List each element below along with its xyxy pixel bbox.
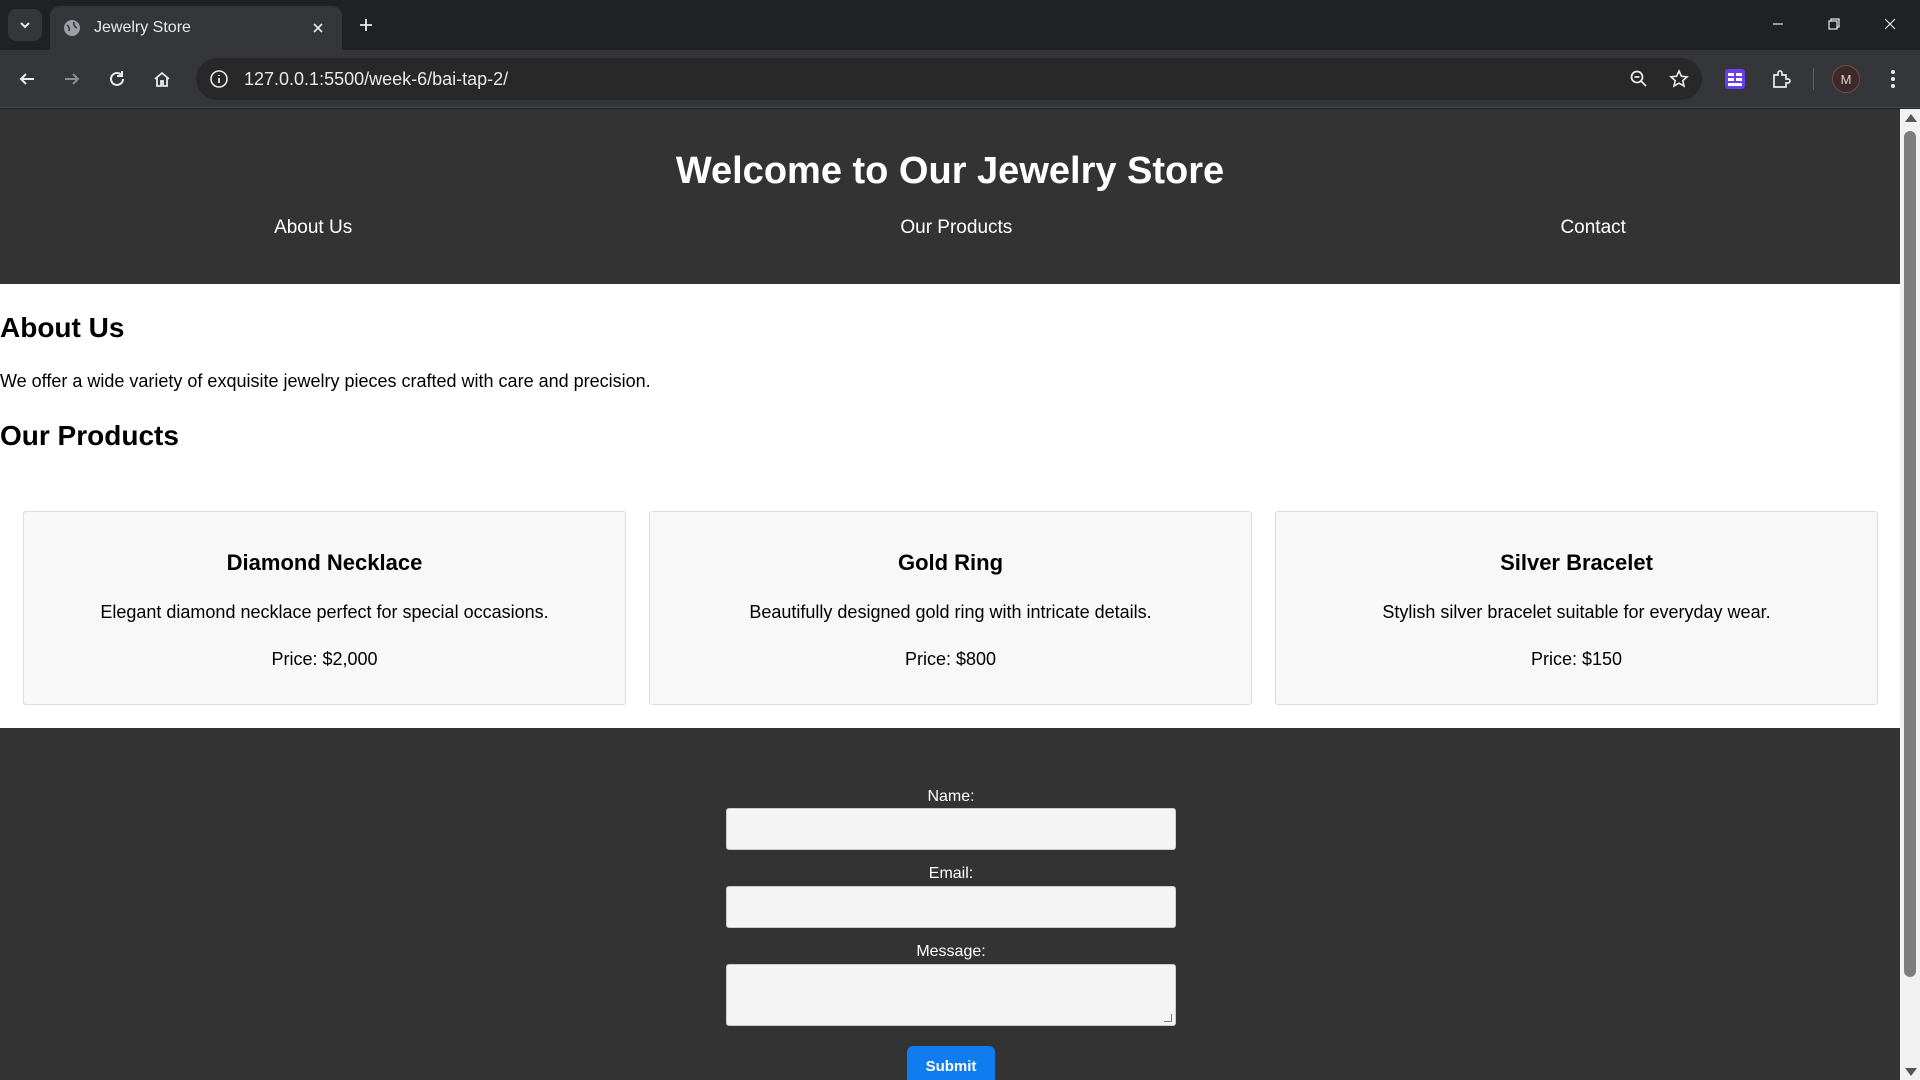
reload-button[interactable] [101,63,133,95]
bookmark-star-icon[interactable] [1662,62,1696,96]
scroll-down-arrow-icon[interactable] [1905,1068,1917,1076]
contact-form: Name: Email: Message: Submit [726,728,1176,1080]
about-heading: About Us [0,312,125,343]
submit-button[interactable]: Submit [907,1046,995,1080]
minimize-button[interactable] [1750,0,1806,48]
tab-search-button[interactable] [8,9,42,41]
name-label: Name: [927,788,975,805]
site-info-icon[interactable] [204,64,234,94]
email-label: Email: [928,865,974,882]
about-text: We offer a wide variety of exquisite jew… [0,371,651,391]
product-description: Elegant diamond necklace perfect for spe… [100,602,549,622]
toolbar-separator [1813,68,1814,90]
reload-icon [110,71,124,86]
product-price: Price: $150 [1530,649,1623,669]
globe-icon [62,18,82,38]
product-list: Diamond Necklace Elegant diamond necklac… [23,511,1879,705]
zoom-icon[interactable] [1622,62,1656,96]
tab-bar: Jewelry Store [0,0,1920,50]
restore-button[interactable] [1806,0,1862,48]
scroll-up-arrow-icon[interactable] [1905,114,1917,122]
close-window-button[interactable] [1862,0,1918,48]
nav-link-about[interactable]: About Us [274,217,352,239]
home-icon [154,71,170,87]
product-price: Price: $2,000 [271,649,378,669]
home-button[interactable] [146,63,178,95]
extensions-puzzle-icon[interactable] [1764,63,1798,95]
extension-app-icon[interactable] [1718,63,1752,95]
resize-handle-icon[interactable] [1164,1014,1172,1022]
browser-toolbar: 127.0.0.1:5500/week-6/bai-tap-2/ [0,50,1920,108]
email-input[interactable] [726,886,1176,928]
product-description: Stylish silver bracelet suitable for eve… [1382,602,1771,622]
product-name: Diamond Necklace [226,550,423,575]
product-card: Diamond Necklace Elegant diamond necklac… [23,511,626,705]
restore-icon [1828,18,1840,30]
forward-button[interactable] [56,63,88,95]
page-viewport: Welcome to Our Jewelry Store About Us Ou… [0,109,1920,1080]
product-card: Silver Bracelet Stylish silver bracelet … [1275,511,1878,705]
url-text: 127.0.0.1:5500/week-6/bai-tap-2/ [244,68,509,89]
back-button[interactable] [11,63,43,95]
new-tab-button[interactable] [352,11,380,39]
products-heading: Our Products [0,420,179,451]
nav-link-contact[interactable]: Contact [1560,217,1625,239]
site-title: Welcome to Our Jewelry Store [675,150,1225,192]
tab-title: Jewelry Store [94,19,191,36]
arrow-left-icon [19,73,34,85]
product-price: Price: $800 [904,649,997,669]
chevron-down-icon [20,22,30,29]
about-section: About Us We offer a wide variety of exqu… [0,312,1900,452]
nav-link-products[interactable]: Our Products [900,217,1012,239]
address-bar[interactable]: 127.0.0.1:5500/week-6/bai-tap-2/ [196,58,1702,100]
profile-avatar[interactable]: M [1832,65,1860,93]
minimize-icon [1773,23,1783,25]
scrollbar-thumb[interactable] [1904,131,1916,977]
close-icon [1884,18,1896,30]
message-label: Message: [916,943,986,960]
arrow-right-icon [65,73,80,85]
contact-footer: Name: Email: Message: Submit [0,728,1900,1080]
product-name: Silver Bracelet [1500,550,1653,575]
product-description: Beautifully designed gold ring with intr… [749,602,1152,622]
close-tab-icon[interactable] [306,16,330,40]
plus-icon [360,19,372,31]
menu-kebab-icon[interactable] [1876,63,1910,95]
page-content: Welcome to Our Jewelry Store About Us Ou… [0,109,1900,1080]
product-name: Gold Ring [897,550,1004,575]
site-nav: About Us Our Products Contact [0,217,1900,239]
browser-tab[interactable]: Jewelry Store [50,6,342,50]
page-scrollbar[interactable] [1900,109,1920,1080]
site-header: Welcome to Our Jewelry Store About Us Ou… [0,109,1900,284]
product-card: Gold Ring Beautifully designed gold ring… [649,511,1252,705]
message-textarea[interactable] [726,964,1176,1026]
name-input[interactable] [726,808,1176,850]
